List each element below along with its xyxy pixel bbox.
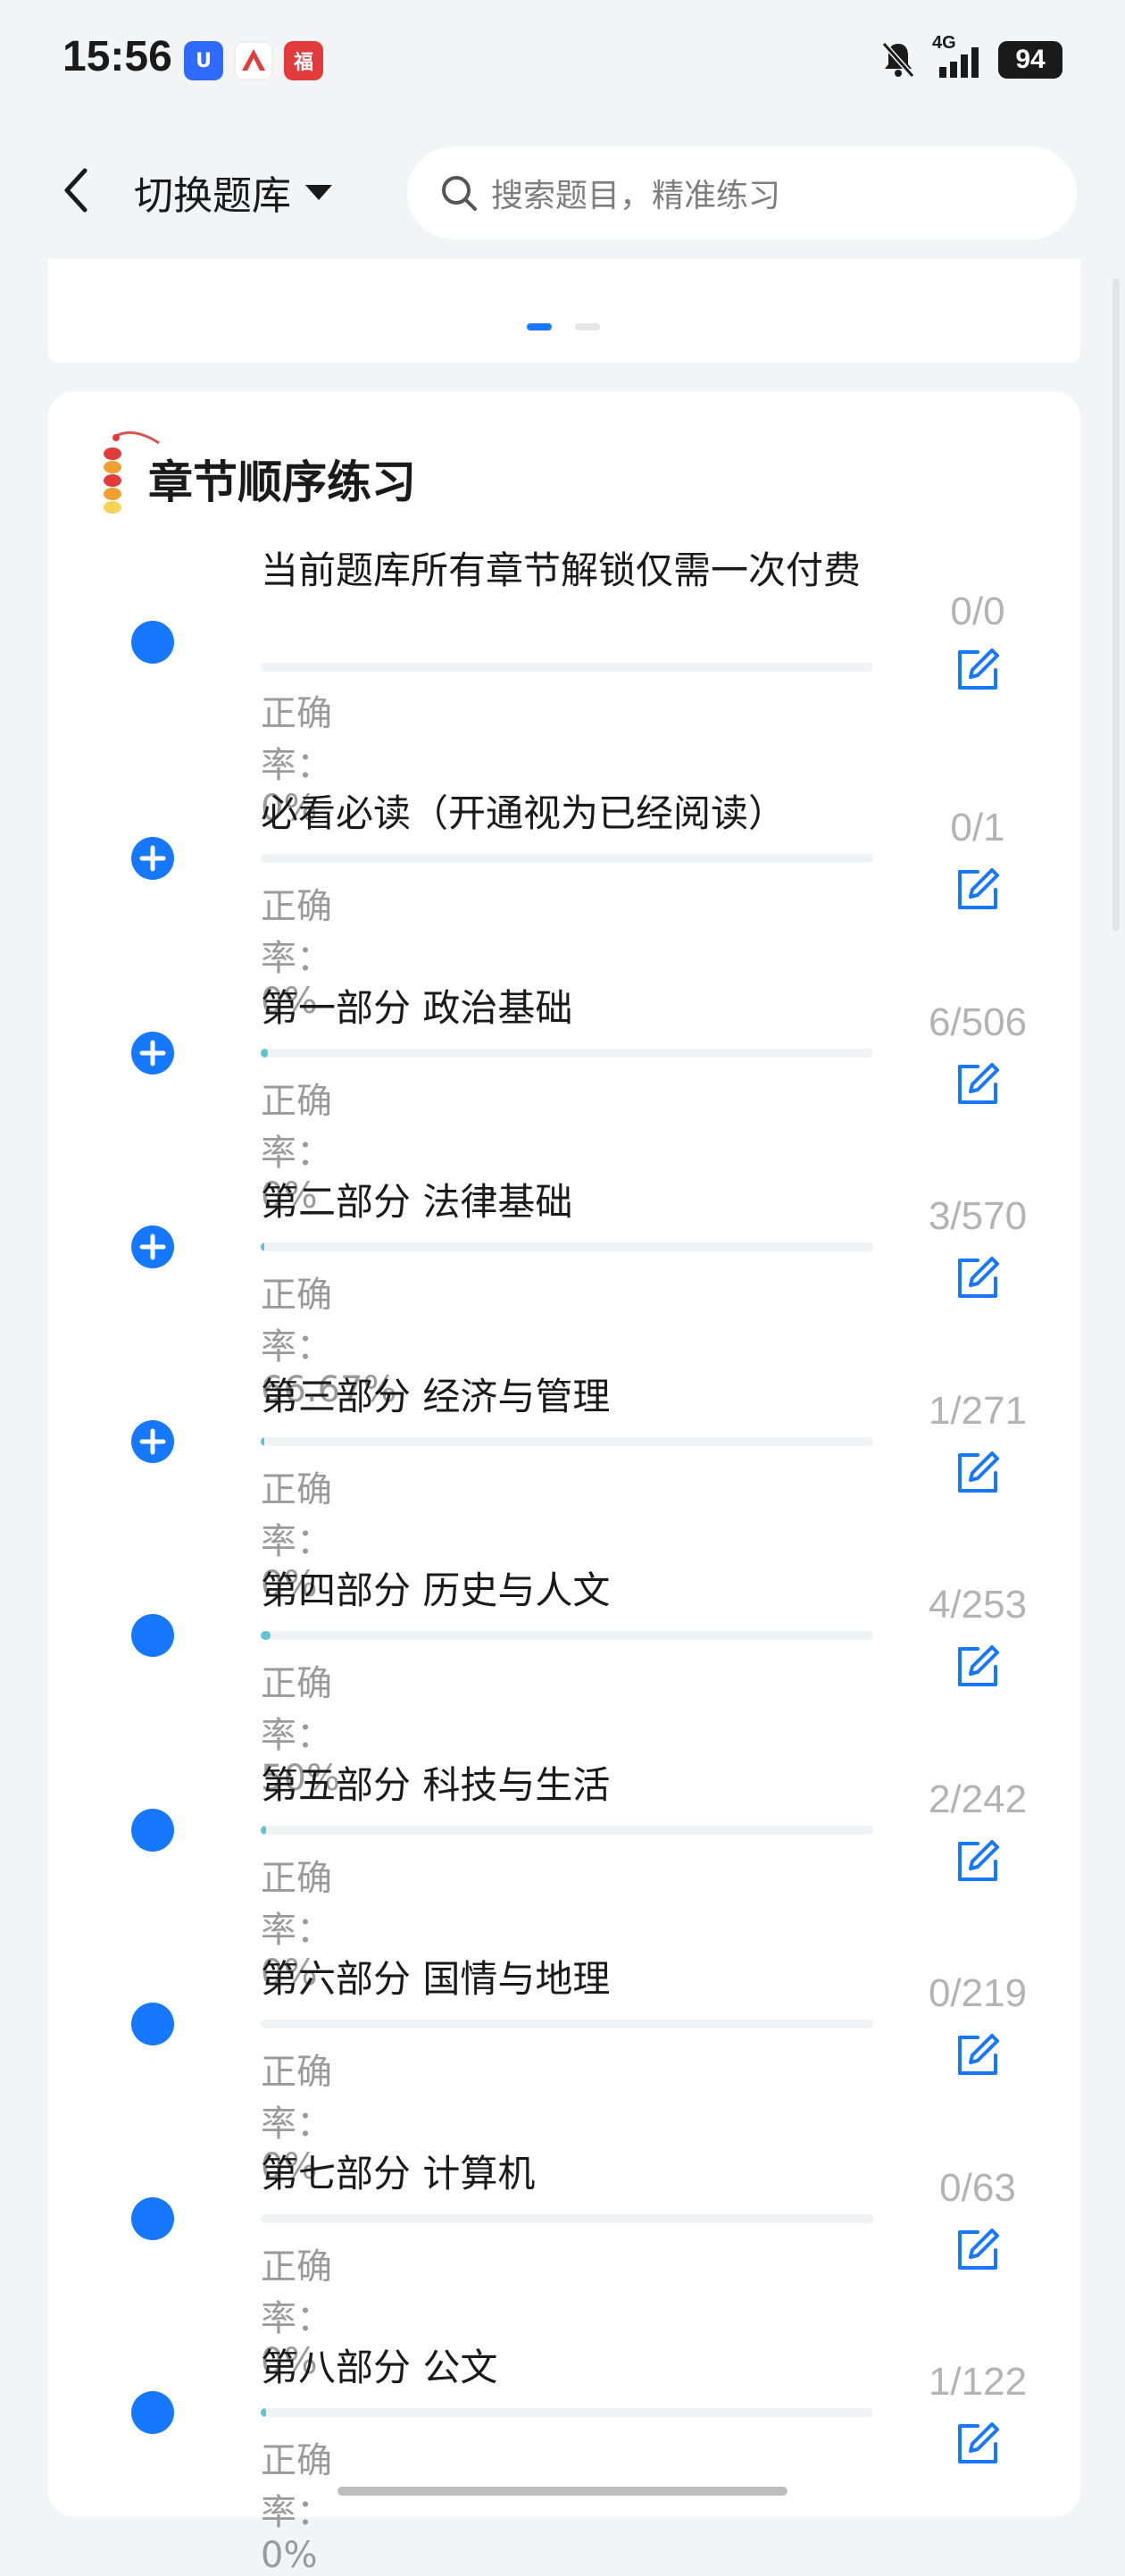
status-time: 15:56: [62, 33, 172, 80]
chapter-title: 必看必读（开通视为已经阅读）: [261, 791, 787, 835]
chapter-title: 当前题库所有章节解锁仅需一次付费: [261, 548, 862, 592]
edit-icon: [958, 2034, 999, 2075]
chapter-count: 2/242: [928, 1777, 1028, 1821]
chapter-dot-icon: [131, 621, 174, 664]
chapter-practice-button[interactable]: [929, 1835, 1027, 1888]
chapter-practice-button[interactable]: [929, 2223, 1027, 2277]
chapter-count: 0/0: [950, 590, 1005, 633]
chapter-count: 6/506: [928, 999, 1028, 1044]
chapter-title: 第三部分 经济与管理: [261, 1374, 611, 1418]
switch-bank-label: 切换题库: [134, 173, 291, 219]
chapter-count: 1/271: [928, 1388, 1028, 1433]
chapter-progress-bar: [261, 2408, 873, 2417]
chapter-count: 4/253: [928, 1583, 1028, 1627]
chapter-practice-button[interactable]: [929, 1640, 1027, 1694]
chapter-title: 第四部分 历史与人文: [261, 1568, 611, 1612]
edit-icon: [958, 1645, 999, 1686]
chapter-practice-button[interactable]: [929, 2028, 1027, 2082]
chapter-practice-button[interactable]: [929, 863, 1027, 916]
chevron-left-icon: [64, 168, 88, 213]
carousel-dot[interactable]: [575, 323, 600, 330]
chapter-progress-bar: [261, 854, 873, 863]
chapter-progress-bar: [261, 663, 873, 672]
chapter-progress-bar: [261, 1436, 873, 1446]
app-icon-red-white: [234, 41, 273, 80]
chapter-practice-button[interactable]: [929, 1251, 1027, 1305]
app-icon-red: 福: [284, 41, 323, 80]
chapter-title: 第七部分 计算机: [261, 2151, 536, 2195]
chapter-progress-bar: [261, 2020, 873, 2028]
chapter-progress-bar: [261, 1825, 873, 1835]
chapter-progress-bar: [261, 2213, 873, 2223]
chapter-dot-icon: [131, 2196, 174, 2240]
chapter-practice-button[interactable]: [929, 2417, 1027, 2471]
section-title: 章节顺序练习: [148, 456, 416, 508]
app-icon-blue: U: [184, 41, 223, 80]
switch-bank-dropdown[interactable]: 切换题库: [134, 161, 334, 223]
bell-mute-icon: [881, 42, 915, 78]
chapter-progress-bar: [261, 1631, 873, 1640]
caret-down-icon: [305, 185, 332, 200]
chapter-count: 0/1: [950, 806, 1005, 849]
chapter-title: 第六部分 国情与地理: [261, 1957, 611, 2001]
status-bar: 15:56 U 福 4G 94: [0, 0, 1125, 125]
chapter-practice-button[interactable]: [929, 1058, 1027, 1111]
chapter-progress-fill: [261, 1631, 271, 1640]
edit-icon: [958, 2228, 999, 2270]
battery-indicator: 94: [998, 41, 1062, 79]
status-indicators: 4G 94: [880, 33, 1062, 82]
search-input[interactable]: 搜索题目，精准练习: [407, 146, 1077, 239]
chapter-title: 第二部分 法律基础: [261, 1180, 573, 1224]
chapter-dot-icon: [131, 1808, 174, 1852]
expand-plus-icon[interactable]: [130, 836, 175, 881]
top-header: 切换题库 搜索题目，精准练习: [0, 125, 1125, 259]
chapter-progress-fill: [261, 1048, 269, 1058]
chapter-progress-bar: [261, 1242, 873, 1251]
chapter-count: 1/122: [928, 2360, 1028, 2404]
chapter-progress-fill: [261, 2408, 266, 2417]
chapter-dot-icon: [131, 2003, 174, 2045]
scrollbar[interactable]: [1112, 279, 1120, 931]
chapter-dot-icon: [131, 2391, 174, 2434]
chapter-title: 第一部分 政治基础: [261, 985, 573, 1030]
expand-plus-icon[interactable]: [130, 1225, 175, 1269]
chapter-progress-bar: [261, 1048, 873, 1058]
signal-icon: 4G: [932, 33, 982, 79]
edit-icon: [958, 1451, 999, 1493]
chapter-accuracy: 正确率：0%: [261, 2440, 332, 2576]
edit-icon: [958, 648, 999, 690]
back-button[interactable]: [45, 159, 107, 222]
search-icon: [442, 176, 477, 211]
carousel-dot-active[interactable]: [527, 323, 552, 330]
chapter-dot-icon: [131, 1614, 174, 1657]
edit-icon: [958, 2422, 999, 2463]
chapter-practice-button[interactable]: [929, 643, 1027, 697]
chapter-title: 第五部分 科技与生活: [261, 1762, 611, 1807]
chapter-practice-button[interactable]: [929, 1446, 1027, 1500]
chapter-count: 0/219: [928, 1971, 1028, 2015]
chapter-title: 第八部分 公文: [261, 2346, 498, 2389]
edit-icon: [958, 1257, 999, 1298]
expand-plus-icon[interactable]: [130, 1031, 175, 1075]
edit-icon: [958, 868, 999, 909]
chapter-progress-fill: [261, 1825, 266, 1835]
edit-icon: [958, 1062, 999, 1104]
chapter-count: 0/63: [939, 2165, 1016, 2210]
home-indicator[interactable]: [338, 2487, 788, 2496]
banner-card[interactable]: [48, 259, 1080, 363]
edit-icon: [958, 1839, 999, 1881]
chapter-progress-fill: [261, 1436, 265, 1446]
chapter-progress-fill: [261, 1242, 265, 1251]
search-placeholder: 搜索题目，精准练习: [491, 178, 781, 214]
chapter-count: 3/570: [928, 1194, 1028, 1238]
expand-plus-icon[interactable]: [130, 1419, 175, 1464]
